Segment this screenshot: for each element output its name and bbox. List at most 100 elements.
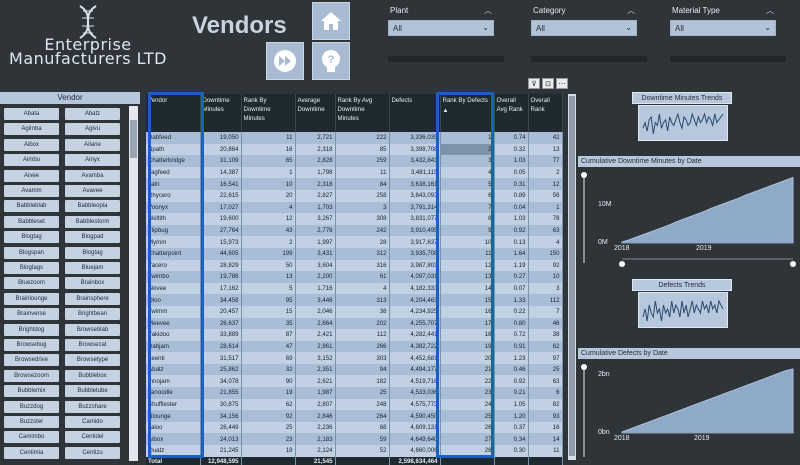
table-row[interactable]: Dabfeed 19,050 11 2,721 222 3,336,035 1 0.74 42 — [146, 132, 563, 144]
defects-trend-chart[interactable] — [638, 292, 728, 328]
vendor-chip[interactable]: Ainyx — [65, 154, 120, 167]
more-options-icon[interactable]: ⋯ — [556, 78, 568, 89]
vendor-chip[interactable]: Brightbean — [65, 308, 120, 321]
forward-button[interactable] — [266, 42, 304, 80]
table-row[interactable]: Npath 20,864 16 2,318 85 3,398,708 2 0.32 13 — [146, 143, 563, 156]
table-row[interactable]: Abatz 25,862 32 2,351 94 4,494,177 21 0.46 25 — [146, 363, 563, 376]
material-type-filter[interactable]: Material Type ︿ All ⌄ — [666, 2, 786, 62]
vendor-chip[interactable]: Blogspan — [4, 246, 59, 259]
table-row[interactable]: Yacero 28,829 50 3,604 316 3,987,803 12 1.19 92 — [146, 259, 563, 272]
category-filter[interactable]: Category ︿ All ⌄ — [527, 2, 647, 62]
table-row[interactable]: Skivee 17,162 5 1,716 4 4,182,333 14 0.07 3 — [146, 282, 563, 295]
table-row[interactable]: Dabjam 28,614 47 2,861 266 4,382,722 19 0.91 62 — [146, 340, 563, 353]
table-row[interactable]: Innojam 34,078 90 2,621 182 4,519,716 22 0.92 63 — [146, 375, 563, 388]
plant-dropdown[interactable]: All ⌄ — [388, 20, 494, 36]
table-row[interactable]: Leenti 31,517 69 3,152 303 4,452,681 20 1.23 97 — [146, 352, 563, 364]
vendor-chip[interactable]: Babbleset — [4, 215, 59, 228]
vendor-chip[interactable]: Bluezoom — [4, 277, 59, 290]
vendor-chip[interactable]: Bubbletube — [65, 385, 120, 398]
cum-downtime-chart[interactable]: 10M 0M 2018 2019 — [578, 167, 800, 267]
plant-filter[interactable]: Plant ︿ All ⌄ — [384, 2, 504, 62]
column-header[interactable]: Rank By Defects ▲ — [440, 94, 495, 132]
table-row[interactable]: Skiltith 19,600 12 3,267 308 3,831,077 8 1.03 78 — [146, 213, 563, 225]
column-header[interactable]: Vendor — [146, 94, 201, 132]
table-row[interactable]: Mymm 15,973 2 1,997 28 3,917,637 10 0.13 4 — [146, 236, 563, 248]
help-button[interactable]: ? — [312, 42, 350, 80]
table-row[interactable]: Yakidoo 33,889 87 2,421 112 4,282,441 18 0.72 38 — [146, 329, 563, 341]
vendor-chip[interactable]: Bubblemix — [4, 385, 59, 398]
column-header[interactable]: Downtime Minutes — [200, 94, 242, 132]
vendor-chip[interactable]: Aimbu — [4, 154, 59, 167]
vendor-chip[interactable]: Browsebug — [4, 339, 59, 351]
vendor-chip[interactable]: Aivee — [4, 169, 59, 182]
column-header[interactable]: Overall Avg Rank — [494, 94, 529, 132]
vendor-chip[interactable]: Centimia — [4, 446, 59, 459]
material-type-dropdown[interactable]: All ⌄ — [670, 20, 776, 36]
vendor-chip[interactable]: Brainbox — [65, 277, 120, 290]
table-row[interactable]: Tanoodle 21,855 19 1,987 25 4,533,036 23 0.21 6 — [146, 387, 563, 399]
vendor-chip[interactable]: Babblestorm — [65, 215, 120, 228]
vendor-chip[interactable]: Ailane — [65, 138, 120, 151]
vendor-chip[interactable]: Centizu — [65, 446, 120, 459]
column-header[interactable]: Average Downtime — [295, 94, 336, 132]
vendor-chip[interactable]: Avamm — [4, 185, 59, 197]
vendor-chip[interactable]: Abatz — [65, 108, 120, 120]
vendor-scrollbar[interactable] — [129, 106, 138, 461]
vendor-chip[interactable]: Bluejam — [65, 262, 120, 274]
vendor-chip[interactable]: Avavee — [65, 185, 120, 197]
table-row[interactable]: Shufflester 30,875 62 2,807 248 4,575,773 24 1.… — [146, 398, 563, 411]
table-scrollbar-thumb[interactable] — [569, 96, 575, 456]
table-row[interactable]: Quatz 21,245 18 2,124 52 4,660,006 28 0.30 11 — [146, 445, 563, 457]
column-header[interactable]: Overall Rank — [528, 94, 563, 132]
table-row[interactable]: Tagfeed 14,387 1 1,798 11 3,481,115 4 0.05 2 — [146, 166, 563, 179]
vendor-chip[interactable]: Blogtags — [4, 262, 59, 274]
table-row[interactable]: Aibox 24,013 23 2,183 59 4,649,640 27 0.34 14 — [146, 433, 563, 446]
vendor-chip[interactable]: Blogpad — [65, 231, 120, 244]
table-row[interactable]: Rhycero 22,615 20 2,827 258 3,643,093 6 0.89 56 — [146, 189, 563, 202]
vendor-chip[interactable]: Avamba — [65, 169, 120, 182]
vendor-chip[interactable]: Camido — [65, 416, 120, 428]
table-row[interactable]: Oloo 34,458 95 3,446 313 4,204,463 15 1.33 112 — [146, 294, 563, 306]
vendor-chip[interactable]: Brainverse — [4, 308, 59, 321]
table-row[interactable]: Twimm 20,457 15 2,046 38 4,234,925 16 0.22 7 — [146, 305, 563, 318]
vendor-chip[interactable]: Buzzshare — [65, 400, 120, 413]
vendor-chip[interactable]: Brightdog — [4, 323, 59, 336]
vendor-chip[interactable]: Browsezoom — [4, 369, 59, 382]
table-row[interactable]: Voonyx 17,027 4 1,703 3 3,791,314 7 0.04 1 — [146, 201, 563, 214]
vendor-chip[interactable]: Aibox — [4, 138, 59, 151]
vendor-chip[interactable]: Buzzdog — [4, 400, 59, 413]
vendor-chip[interactable]: Camimbo — [4, 431, 59, 444]
vendor-chip[interactable]: Babbleblab — [4, 200, 59, 213]
vendor-chip[interactable]: Brainlounge — [4, 292, 59, 305]
table-row[interactable]: Jatri 16,541 10 2,318 84 3,638,161 5 0.31 12 — [146, 178, 563, 190]
table-row[interactable]: Flipbug 27,764 43 2,776 242 3,910,495 9 0.92 63 — [146, 224, 563, 237]
vendor-chip[interactable]: Blogtag — [65, 246, 120, 259]
table-row[interactable]: Nlounge 34,156 92 2,846 264 4,590,450 25 1.20 93 — [146, 410, 563, 422]
vendor-chip[interactable]: Babbleopia — [65, 200, 120, 213]
vendor-chip[interactable]: Bubblebox — [65, 369, 120, 382]
vendor-chip[interactable]: Browsedrive — [4, 354, 59, 367]
column-header[interactable]: Rank By Downtime Minutes — [241, 94, 296, 132]
focus-mode-icon[interactable]: ⊡ — [542, 78, 554, 89]
filter-icon[interactable]: ⊽ — [528, 78, 540, 89]
home-button[interactable] — [312, 2, 350, 40]
vendor-chip[interactable]: Browsetype — [65, 354, 120, 367]
vendor-chip[interactable]: Agivu — [65, 123, 120, 136]
table-row[interactable]: Twimbo 19,786 13 2,200 61 4,097,031 13 0.27 10 — [146, 271, 563, 283]
vendor-chip[interactable]: Abata — [4, 108, 59, 120]
vendor-chip[interactable]: Blogtag — [4, 231, 59, 244]
column-header[interactable]: Rank By Avg Downtime Minutes — [335, 94, 390, 132]
vendor-chip[interactable]: Centidel — [65, 431, 120, 444]
table-row[interactable]: Meevee 26,637 35 2,664 202 4,255,707 17 0.80 46 — [146, 317, 563, 330]
vendor-chip[interactable]: Browsecat — [65, 339, 120, 351]
vendor-chip[interactable]: Buzzster — [4, 416, 59, 428]
vendor-chip[interactable]: Browseblab — [65, 323, 120, 336]
column-header[interactable]: Defects — [389, 94, 441, 132]
vendor-scrollbar-thumb[interactable] — [130, 120, 137, 158]
vendor-chip[interactable]: Brainsphere — [65, 292, 120, 305]
table-row[interactable]: Jaloo 26,449 25 2,236 68 4,609,131 26 0.37 16 — [146, 421, 563, 434]
downtime-trend-chart[interactable] — [638, 105, 728, 141]
category-dropdown[interactable]: All ⌄ — [531, 20, 637, 36]
vendor-chip[interactable]: Agimba — [4, 123, 59, 136]
table-row[interactable]: Chatterbridge 31,109 65 2,828 259 3,432,843 3 1… — [146, 155, 563, 167]
